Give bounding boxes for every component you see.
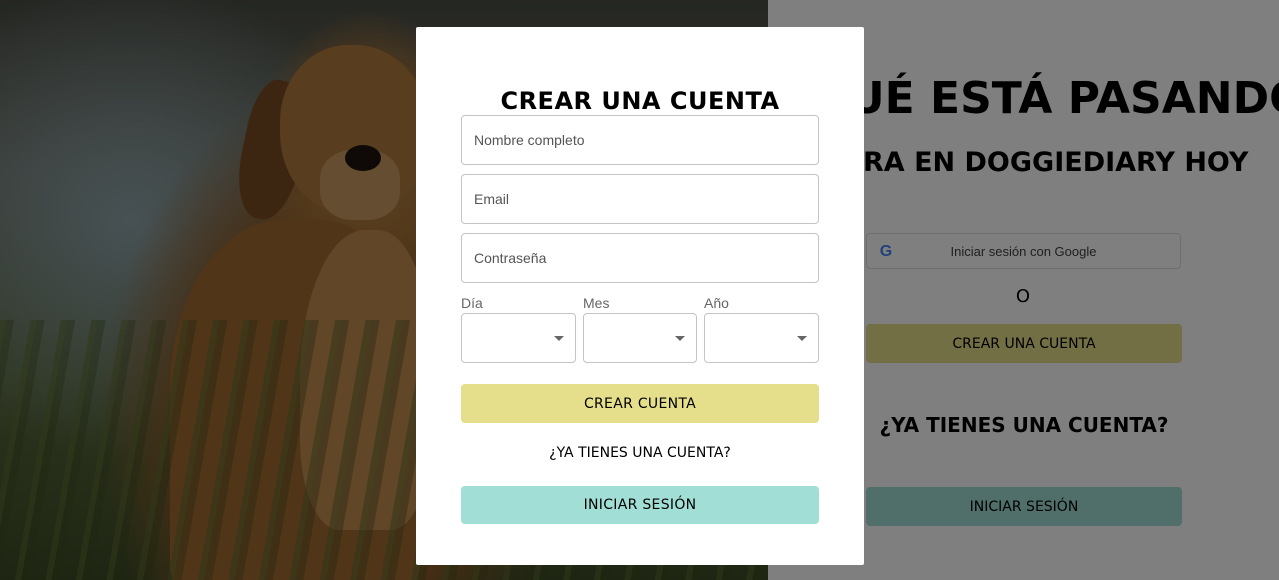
create-account-button[interactable]: CREAR CUENTA	[461, 384, 819, 423]
modal-title: CREAR UNA CUENTA	[500, 87, 780, 115]
create-account-modal: CREAR UNA CUENTA Día Mes Año CREAR CUENT…	[416, 27, 864, 565]
day-select[interactable]	[461, 313, 576, 363]
email-field[interactable]	[461, 174, 819, 224]
year-label: Año	[704, 295, 729, 311]
login-button[interactable]: INICIAR SESIÓN	[461, 486, 819, 524]
full-name-field[interactable]	[461, 115, 819, 165]
email-input[interactable]	[462, 175, 818, 223]
dropdown-caret-icon	[675, 336, 685, 341]
password-input[interactable]	[462, 234, 818, 282]
have-account-text: ¿YA TIENES UNA CUENTA?	[549, 445, 731, 461]
password-field[interactable]	[461, 233, 819, 283]
full-name-input[interactable]	[462, 116, 818, 164]
month-select[interactable]	[583, 313, 697, 363]
month-label: Mes	[583, 295, 610, 311]
day-label: Día	[461, 295, 483, 311]
dropdown-caret-icon	[554, 336, 564, 341]
year-select[interactable]	[704, 313, 819, 363]
dropdown-caret-icon	[797, 336, 807, 341]
